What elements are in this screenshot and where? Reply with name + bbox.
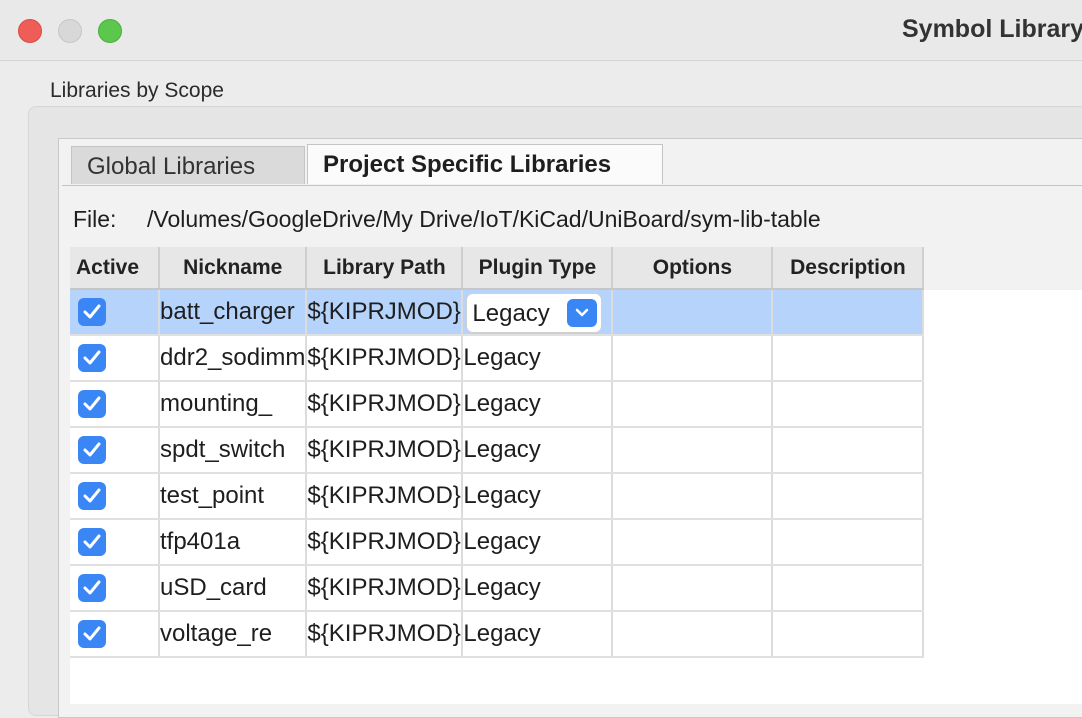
active-cell[interactable] [70, 427, 160, 474]
table-row[interactable]: uSD_card ${KIPRJMOD} Legacy [70, 565, 925, 612]
table-row[interactable]: mounting_ ${KIPRJMOD} Legacy [70, 381, 925, 428]
library-path-cell[interactable]: ${KIPRJMOD} [306, 611, 464, 658]
title-bar: Symbol Library [0, 0, 1082, 61]
description-cell[interactable] [772, 381, 925, 428]
checkmark-icon [83, 488, 101, 503]
checkmark-icon [83, 534, 101, 549]
libraries-by-scope-label: Libraries by Scope [50, 79, 224, 102]
table-row[interactable]: voltage_re ${KIPRJMOD} Legacy [70, 611, 925, 658]
options-cell[interactable] [612, 473, 774, 520]
column-header-library-path[interactable]: Library Path [306, 247, 464, 290]
table-row[interactable]: test_point ${KIPRJMOD} Legacy [70, 473, 925, 520]
active-checkbox[interactable] [78, 344, 106, 373]
active-checkbox[interactable] [78, 436, 106, 465]
description-cell[interactable] [772, 427, 925, 474]
options-cell[interactable] [612, 565, 774, 612]
nickname-cell[interactable]: spdt_switch [159, 427, 308, 474]
table-header-row: Active Nickname Library Path Plugin Type… [70, 247, 925, 290]
table-row[interactable]: tfp401a ${KIPRJMOD} Legacy [70, 519, 925, 566]
options-cell[interactable] [612, 519, 774, 566]
checkmark-icon [83, 626, 101, 641]
library-path-cell[interactable]: ${KIPRJMOD} [306, 565, 464, 612]
active-checkbox[interactable] [78, 620, 106, 649]
plugin-type-cell[interactable]: Legacy [462, 519, 614, 566]
library-path-cell[interactable]: ${KIPRJMOD} [306, 519, 464, 566]
active-checkbox[interactable] [78, 528, 106, 557]
description-cell[interactable] [772, 473, 925, 520]
library-path-cell[interactable]: ${KIPRJMOD} [306, 381, 464, 428]
nickname-cell[interactable]: tfp401a [159, 519, 308, 566]
active-cell[interactable] [70, 335, 160, 382]
nickname-cell[interactable]: mounting_ [159, 381, 308, 428]
active-cell[interactable] [70, 381, 160, 428]
column-header-options[interactable]: Options [612, 247, 774, 290]
active-cell[interactable] [70, 565, 160, 612]
plugin-type-cell[interactable]: Legacy [462, 473, 614, 520]
library-table: Active Nickname Library Path Plugin Type… [70, 247, 925, 658]
library-path-cell[interactable]: ${KIPRJMOD} [306, 335, 464, 382]
library-path-cell[interactable]: ${KIPRJMOD} [306, 289, 464, 336]
active-checkbox[interactable] [78, 298, 106, 327]
description-cell[interactable] [772, 519, 925, 566]
window-title: Symbol Library [902, 15, 1082, 43]
nickname-cell[interactable]: test_point [159, 473, 308, 520]
nickname-cell[interactable]: uSD_card [159, 565, 308, 612]
column-header-description[interactable]: Description [772, 247, 925, 290]
checkmark-icon [83, 350, 101, 365]
active-cell[interactable] [70, 289, 160, 336]
description-cell[interactable] [772, 335, 925, 382]
active-cell[interactable] [70, 519, 160, 566]
options-cell[interactable] [612, 427, 774, 474]
options-cell[interactable] [612, 381, 774, 428]
file-path: /Volumes/GoogleDrive/My Drive/IoT/KiCad/… [147, 206, 821, 232]
table-row[interactable]: ddr2_sodimm ${KIPRJMOD} Legacy [70, 335, 925, 382]
options-cell[interactable] [612, 611, 774, 658]
checkmark-icon [83, 396, 101, 411]
plugin-type-value: Legacy [472, 299, 550, 327]
plugin-type-dropdown[interactable]: Legacy [466, 292, 603, 333]
chevron-down-icon[interactable] [567, 298, 598, 327]
options-cell[interactable] [612, 289, 774, 336]
column-header-nickname[interactable]: Nickname [159, 247, 308, 290]
zoom-window-button[interactable] [98, 19, 122, 43]
tab-global-libraries[interactable]: Global Libraries [71, 146, 305, 184]
description-cell[interactable] [772, 611, 925, 658]
description-cell[interactable] [772, 289, 925, 336]
active-checkbox[interactable] [78, 390, 106, 419]
active-cell[interactable] [70, 473, 160, 520]
table-row[interactable]: batt_charger ${KIPRJMOD} Legacy [70, 289, 925, 336]
library-path-cell[interactable]: ${KIPRJMOD} [306, 427, 464, 474]
minimize-window-button[interactable] [58, 19, 82, 43]
checkmark-icon [83, 580, 101, 595]
column-header-active[interactable]: Active [70, 247, 160, 290]
column-header-plugin-type[interactable]: Plugin Type [462, 247, 614, 290]
nickname-cell[interactable]: ddr2_sodimm [159, 335, 308, 382]
tab-divider [62, 185, 1082, 186]
active-cell[interactable] [70, 611, 160, 658]
plugin-type-cell[interactable]: Legacy [462, 427, 614, 474]
plugin-type-cell[interactable]: Legacy [462, 565, 614, 612]
library-path-cell[interactable]: ${KIPRJMOD} [306, 473, 464, 520]
checkmark-icon [83, 304, 101, 319]
nickname-cell[interactable]: voltage_re [159, 611, 308, 658]
plugin-type-cell[interactable]: Legacy [462, 335, 614, 382]
checkmark-icon [83, 442, 101, 457]
plugin-type-cell[interactable]: Legacy [462, 381, 614, 428]
table-row[interactable]: spdt_switch ${KIPRJMOD} Legacy [70, 427, 925, 474]
tab-project-specific-libraries[interactable]: Project Specific Libraries [307, 144, 663, 184]
plugin-type-cell[interactable]: Legacy [462, 289, 614, 336]
plugin-type-cell[interactable]: Legacy [462, 611, 614, 658]
options-cell[interactable] [612, 335, 774, 382]
file-label: File: [73, 206, 117, 232]
description-cell[interactable] [772, 565, 925, 612]
active-checkbox[interactable] [78, 482, 106, 511]
active-checkbox[interactable] [78, 574, 106, 603]
close-window-button[interactable] [18, 19, 42, 43]
nickname-cell[interactable]: batt_charger [159, 289, 308, 336]
